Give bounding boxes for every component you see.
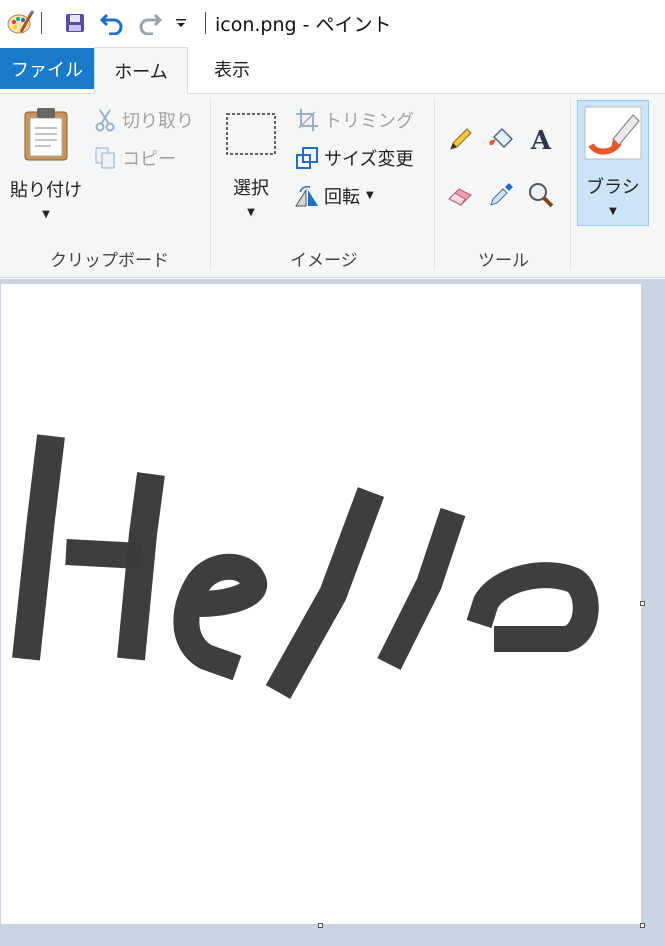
selection-rect-icon [225,112,277,160]
paste-label: 貼り付け [10,180,82,201]
title-bar: icon.png - ペイント [0,0,665,46]
color-picker-icon[interactable] [484,178,518,212]
separator [41,12,42,34]
resize-icon [294,145,320,171]
select-button[interactable]: 選択 ▼ [220,102,282,232]
tab-home[interactable]: ホーム [94,47,188,94]
rotate-button[interactable]: 回転 ▼ [294,182,374,210]
copy-icon [92,145,118,171]
rotate-label: 回転 [324,187,360,208]
redo-icon[interactable] [134,8,166,38]
resize-label: サイズ変更 [324,149,414,170]
separator [570,98,571,270]
crop-label: トリミング [324,111,414,132]
letter-l-second-stroke [377,507,466,670]
ribbon-tabs: ファイル ホーム 表示 [0,47,665,94]
separator [210,98,211,270]
brushes-label: ブラシ [586,177,640,198]
clipboard-icon [23,106,69,166]
resize-handle-corner[interactable] [640,923,645,928]
brush-icon [583,105,643,165]
cut-label: 切り取り [122,111,194,132]
paste-button[interactable]: 貼り付け ▼ [6,102,86,232]
chevron-down-icon: ▼ [247,207,255,218]
cut-button[interactable]: 切り取り [92,106,194,134]
paint-palette-icon[interactable] [4,8,36,38]
canvas-workspace [0,279,665,946]
select-label: 選択 [233,178,269,199]
window-title: icon.png - ペイント [215,14,392,36]
copy-label: コピー [122,149,176,170]
magnifier-icon[interactable] [524,178,558,212]
crop-button[interactable]: トリミング [294,106,414,134]
pencil-icon[interactable] [444,122,478,156]
separator [434,98,435,270]
scissors-icon [92,107,118,133]
resize-button[interactable]: サイズ変更 [294,144,413,172]
tab-view[interactable]: 表示 [188,48,276,89]
letter-o-stroke [466,562,599,652]
copy-button[interactable]: コピー [92,144,176,172]
chevron-down-icon: ▼ [366,190,374,201]
group-label-image: イメージ [290,251,358,271]
crop-icon [294,107,320,133]
undo-icon[interactable] [96,8,128,38]
customize-dropdown-icon[interactable] [170,8,192,38]
svg-text:A: A [530,126,552,153]
resize-handle-right[interactable] [640,601,645,606]
letter-e-stroke [173,553,267,681]
letter-h-cross-stroke [65,539,142,569]
ribbon-home: 貼り付け ▼ 切り取り コピー クリップボード 選択 ▼ トリミング サイズ変更… [0,94,665,278]
letter-h-left-stroke [12,434,65,661]
save-icon[interactable] [60,8,90,38]
rotate-icon [294,183,320,209]
brushes-button[interactable]: ブラシ ▼ [577,100,649,226]
eraser-icon[interactable] [444,178,478,212]
drawing-canvas[interactable] [1,284,641,924]
tab-file[interactable]: ファイル [0,48,94,89]
hello-drawing [12,434,599,699]
chevron-down-icon: ▼ [609,206,617,217]
fill-bucket-icon[interactable] [484,122,518,156]
text-icon[interactable]: A [524,122,558,156]
separator [205,12,206,34]
letter-l-first-stroke [265,487,385,699]
group-label-clipboard: クリップボード [50,251,169,271]
resize-handle-bottom[interactable] [318,923,323,928]
group-label-tools: ツール [478,251,529,271]
chevron-down-icon: ▼ [42,209,50,220]
